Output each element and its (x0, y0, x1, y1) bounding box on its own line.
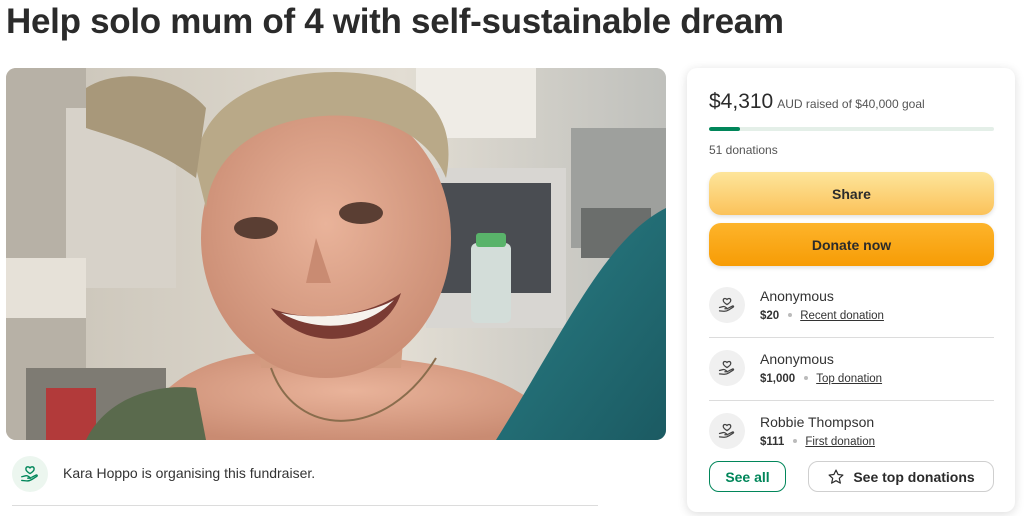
goal-text: AUD raised of $40,000 goal (777, 97, 925, 111)
donor-amount: $111 (760, 436, 785, 448)
donor-tag-link[interactable]: Recent donation (800, 310, 884, 322)
donor-amount: $1,000 (760, 373, 796, 385)
separator-dot (804, 375, 809, 380)
progress-bar-fill (709, 127, 740, 131)
donor-meta: $20 Recent donation (760, 310, 884, 322)
heart-hand-icon (709, 287, 745, 323)
heart-hand-icon (709, 413, 745, 449)
see-all-button[interactable]: See all (709, 461, 786, 492)
progress-bar (709, 127, 994, 131)
organiser-text: Kara Hoppo is organising this fundraiser… (63, 465, 316, 481)
donor-tag-link[interactable]: Top donation (816, 373, 882, 385)
donor-row: Anonymous $1,000 Top donation (709, 338, 994, 401)
organiser-heart-hand-icon (12, 456, 48, 492)
see-top-donations-label: See top donations (853, 468, 975, 485)
amount-raised-row: $4,310 AUD raised of $40,000 goal (709, 90, 925, 114)
donor-tag-link[interactable]: First donation (805, 436, 875, 448)
organiser-row: Kara Hoppo is organising this fundraiser… (12, 456, 598, 506)
page-title: Help solo mum of 4 with self-sustainable… (6, 2, 784, 41)
donor-name: Anonymous (760, 288, 834, 304)
donor-name: Anonymous (760, 351, 834, 367)
heart-hand-icon (709, 350, 745, 386)
amount-raised: $4,310 (709, 90, 774, 113)
campaign-photo[interactable] (6, 68, 666, 440)
donor-meta: $111 First donation (760, 436, 875, 448)
campaign-photo-image (6, 68, 666, 440)
donor-meta: $1,000 Top donation (760, 373, 882, 385)
see-top-donations-button[interactable]: See top donations (808, 461, 994, 492)
donation-card: $4,310 AUD raised of $40,000 goal 51 dona… (687, 68, 1015, 512)
donor-name: Robbie Thompson (760, 414, 875, 430)
donor-row: Robbie Thompson $111 First donation (709, 401, 994, 464)
donate-now-button[interactable]: Donate now (709, 223, 994, 266)
star-outline-icon (828, 469, 844, 484)
donor-amount: $20 (760, 310, 780, 322)
share-button[interactable]: Share (709, 172, 994, 215)
separator-dot (788, 312, 793, 317)
separator-dot (793, 438, 798, 443)
donation-count: 51 donations (709, 143, 778, 157)
donor-row: Anonymous $20 Recent donation (709, 275, 994, 338)
